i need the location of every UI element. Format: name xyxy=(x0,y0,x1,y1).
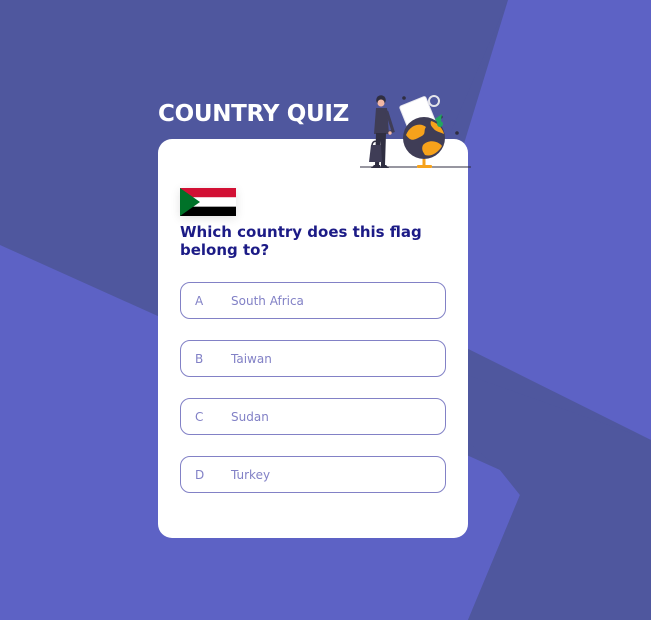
answer-label: Taiwan xyxy=(231,351,272,366)
answer-label: Sudan xyxy=(231,409,269,424)
answer-option-a[interactable]: A South Africa xyxy=(180,282,446,319)
answer-label: South Africa xyxy=(231,293,304,308)
sudan-flag-icon xyxy=(180,188,236,216)
answer-letter: C xyxy=(195,409,204,424)
answer-option-d[interactable]: D Turkey xyxy=(180,456,446,493)
answer-letter: D xyxy=(195,467,205,482)
quiz-question: Which country does this flag belong to? xyxy=(180,223,422,259)
answer-letter: B xyxy=(195,351,204,366)
traveler-globe-illustration xyxy=(360,95,471,168)
answer-label: Turkey xyxy=(231,467,271,482)
answer-letter: A xyxy=(195,293,204,308)
quiz-card: Which country does this flag belong to? … xyxy=(158,139,468,538)
answer-list: A South Africa B Taiwan C Sudan D Turkey xyxy=(180,282,446,493)
answer-option-c[interactable]: C Sudan xyxy=(180,398,446,435)
answer-option-b[interactable]: B Taiwan xyxy=(180,340,446,377)
quiz-page: COUNTRY QUIZ Which country does this fla… xyxy=(0,0,651,620)
app-title: COUNTRY QUIZ xyxy=(158,101,350,127)
